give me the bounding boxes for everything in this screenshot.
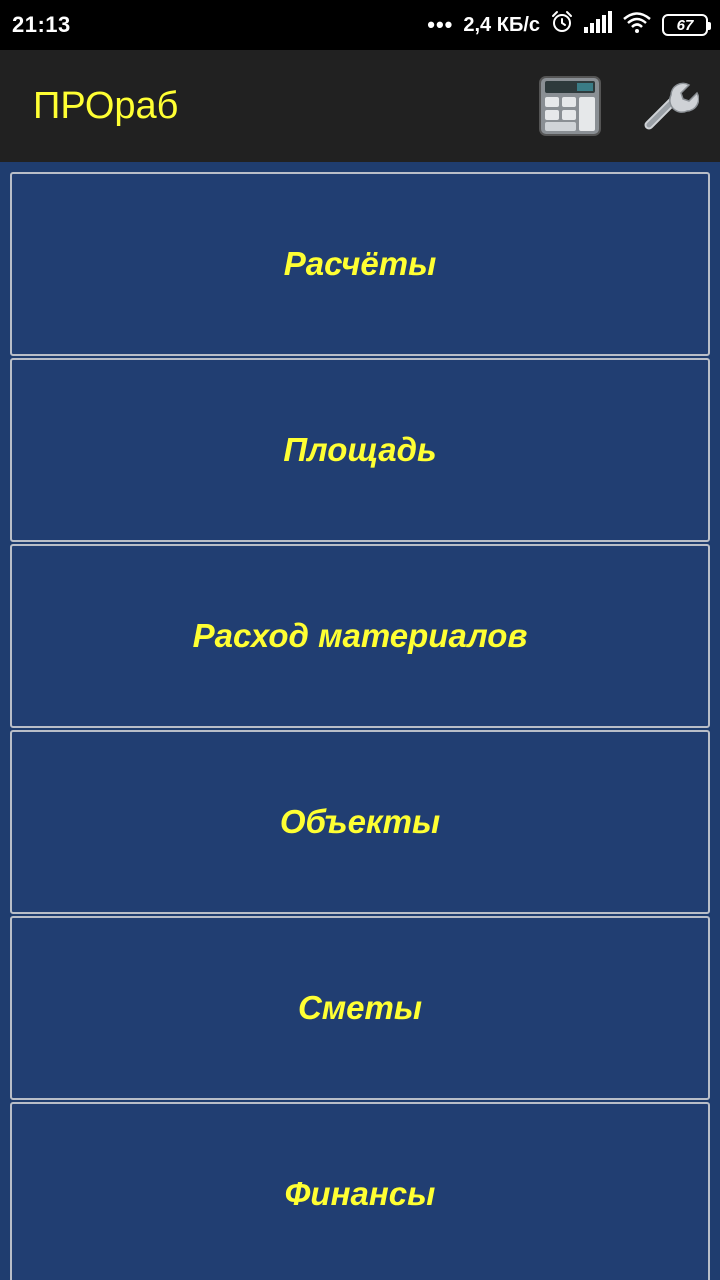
menu-item-finances[interactable]: Финансы <box>10 1102 710 1280</box>
status-time: 21:13 <box>12 12 71 37</box>
wifi-icon <box>622 11 652 39</box>
calculator-icon <box>539 76 601 136</box>
network-speed: 2,4 КБ/с <box>463 13 540 36</box>
menu-item-objects[interactable]: Объекты <box>10 730 710 914</box>
menu-item-label: Расход материалов <box>192 617 528 654</box>
status-bar: 21:13 ••• 2,4 КБ/с 67 <box>0 0 720 50</box>
menu-item-label: Объекты <box>279 803 441 840</box>
menu-item-label: Сметы <box>297 989 423 1026</box>
wrench-icon <box>644 82 699 130</box>
app-toolbar: ПРОраб <box>0 50 720 162</box>
menu-item-estimates[interactable]: Сметы <box>10 916 710 1100</box>
alarm-icon <box>550 10 574 40</box>
settings-button[interactable] <box>638 74 702 138</box>
menu-item-label: Площадь <box>283 431 437 468</box>
menu-item-label: Финансы <box>284 1175 436 1212</box>
menu-item-material-consumption[interactable]: Расход материалов <box>10 544 710 728</box>
battery-level: 67 <box>676 16 694 34</box>
calculator-button[interactable] <box>538 74 602 138</box>
menu-item-area[interactable]: Площадь <box>10 358 710 542</box>
menu-item-label: Расчёты <box>283 245 437 282</box>
status-right: ••• 2,4 КБ/с 67 <box>427 10 711 40</box>
signal-icon <box>584 11 612 39</box>
main-menu: Расчёты Площадь Расход материалов Объект… <box>0 162 720 1280</box>
menu-item-calculations[interactable]: Расчёты <box>10 172 710 356</box>
toolbar-actions <box>538 74 702 138</box>
battery-icon: 67 <box>662 14 711 36</box>
more-notifications-icon: ••• <box>427 12 454 37</box>
app-title: ПРОраб <box>33 84 179 127</box>
